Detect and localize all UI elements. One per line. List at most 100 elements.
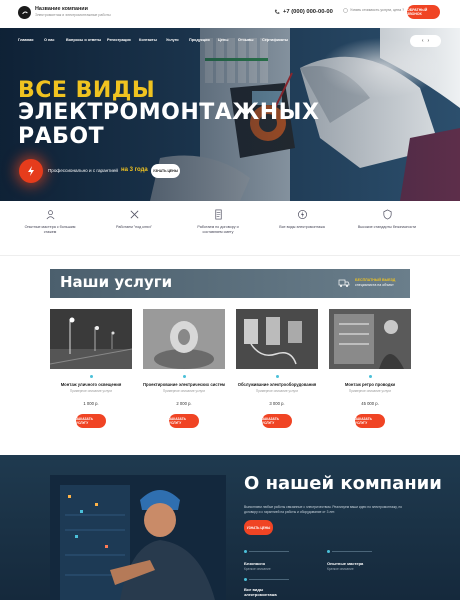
features-strip: Опытные мастера с большим стажем Работае… bbox=[0, 201, 460, 256]
service-image-wiring bbox=[329, 309, 411, 369]
card-dot bbox=[368, 375, 372, 378]
free-visit-text: БЕСПЛАТНЫЙ ВЫЕЗД специалиста на объект bbox=[355, 278, 395, 287]
card-subtitle: Примерное описание услуги bbox=[348, 389, 392, 393]
card-dot bbox=[89, 375, 93, 378]
order-service-button[interactable]: ЗАКАЗАТЬ УСЛУГУ bbox=[355, 414, 385, 428]
top-bar: Название компании Электромонтаж и электр… bbox=[0, 0, 460, 28]
tools-icon bbox=[130, 210, 138, 219]
about-prices-button[interactable]: УЗНАТЬ ЦЕНЫ bbox=[244, 520, 273, 535]
header-phone[interactable]: +7 (000) 000-00-00 bbox=[274, 9, 333, 15]
free-visit-label: БЕСПЛАТНЫЙ ВЫЕЗД bbox=[355, 278, 396, 282]
main-nav: Главная О нас Вопросы и ответы Регистрац… bbox=[0, 38, 460, 48]
card-title: Монтаж ретро проводки bbox=[344, 382, 396, 387]
phone-number: +7 (000) 000-00-00 bbox=[283, 9, 333, 15]
phone-icon bbox=[274, 9, 280, 14]
order-service-button[interactable]: ЗАКАЗАТЬ УСЛУГУ bbox=[262, 414, 292, 428]
services-header: Наши услуги БЕСПЛАТНЫЙ ВЫЕЗД специалиста… bbox=[50, 269, 410, 298]
nav-item-reviews[interactable]: Отзывы bbox=[238, 38, 254, 42]
card-price: 3 000 р. bbox=[269, 401, 285, 406]
guarantee-badge bbox=[19, 159, 43, 183]
service-card: Монтаж уличного освещения Примерное опис… bbox=[50, 309, 132, 428]
nav-item-about[interactable]: О нас bbox=[44, 38, 55, 42]
card-subtitle: Примерное описание услуги bbox=[255, 389, 299, 393]
services-title: Наши услуги bbox=[60, 273, 173, 291]
card-title: Монтаж уличного освещения bbox=[60, 382, 122, 387]
card-subtitle: Примерное описание услуги bbox=[69, 389, 113, 393]
stat-divider bbox=[249, 551, 289, 552]
feature-label: Все виды электромонтажа bbox=[279, 225, 325, 229]
slider-nav: ‹ › bbox=[410, 35, 441, 47]
about-title: О нашей компании bbox=[244, 473, 442, 494]
stat-title: Опытные мастера bbox=[327, 561, 364, 566]
feature-item: Высокие стандарты безопасности bbox=[357, 209, 417, 230]
brand: Название компании Электромонтаж и электр… bbox=[35, 6, 111, 17]
stat-divider bbox=[332, 551, 372, 552]
feature-item: Работаем по договору и составляем смету bbox=[188, 209, 248, 235]
service-card: Обслуживание электрооборудования Примерн… bbox=[236, 309, 318, 428]
worker-icon bbox=[46, 210, 54, 220]
stat-dot bbox=[244, 578, 247, 581]
feature-label: Высокие стандарты безопасности bbox=[357, 225, 417, 229]
document-icon bbox=[214, 209, 222, 220]
guarantee-label: Профессионально и с гарантией bbox=[48, 167, 118, 173]
stat-title: Безопасно bbox=[244, 561, 266, 566]
order-service-button[interactable]: ЗАКАЗАТЬ УСЛУГУ bbox=[169, 414, 199, 428]
call-info: Узнать стоимость услуги, цена ? bbox=[343, 8, 405, 13]
feature-item: Работаем "под ключ" bbox=[104, 209, 164, 230]
stat-subtitle: Краткое описание bbox=[327, 567, 354, 571]
hero-title-line3: РАБОТ bbox=[18, 124, 105, 149]
nav-item-faq[interactable]: Вопросы и ответы bbox=[66, 38, 101, 42]
stat-divider bbox=[249, 579, 289, 580]
service-card: Монтаж ретро проводки Примерное описание… bbox=[329, 309, 411, 428]
truck-icon bbox=[338, 279, 350, 287]
free-visit-sub: специалиста на объект bbox=[355, 282, 394, 287]
card-price: 45 000 р. bbox=[361, 401, 379, 406]
card-dot bbox=[182, 375, 186, 378]
order-service-button[interactable]: ЗАКАЗАТЬ УСЛУГУ bbox=[76, 414, 106, 428]
feature-item: Все виды электромонтажа bbox=[272, 209, 332, 230]
feature-item: Опытные мастера с большим стажем bbox=[20, 209, 80, 235]
next-arrow-icon[interactable]: › bbox=[428, 38, 430, 44]
guarantee-years: на 3 года bbox=[120, 167, 148, 173]
stat-dot bbox=[244, 550, 247, 553]
nav-item-services[interactable]: Услуги bbox=[166, 38, 179, 42]
prev-arrow-icon[interactable]: ‹ bbox=[422, 38, 424, 44]
stat-dot bbox=[327, 550, 330, 553]
brand-name: Название компании bbox=[35, 6, 88, 12]
card-price: 1 000 р. bbox=[83, 401, 99, 406]
feature-label: Работаем "под ключ" bbox=[116, 225, 152, 229]
stat-title: Все виды электромонтажа bbox=[244, 587, 277, 598]
service-image-street-lights bbox=[50, 309, 132, 369]
call-info-text: Узнать стоимость услуги, цена ? bbox=[350, 8, 405, 13]
callback-button[interactable]: ОБРАТНЫЙ ЗВОНОК bbox=[407, 5, 440, 19]
logo[interactable] bbox=[18, 6, 31, 19]
hero-prices-button[interactable]: УЗНАТЬ ЦЕНЫ bbox=[151, 164, 180, 178]
feature-label: Опытные мастера с большим стажем bbox=[24, 225, 76, 234]
feature-label: Работаем по договору и составляем смету bbox=[197, 225, 239, 234]
lightning-badge-icon bbox=[28, 166, 34, 176]
nav-item-home[interactable]: Главная bbox=[18, 38, 33, 42]
nav-item-products[interactable]: Продукция bbox=[189, 38, 210, 42]
brand-subtitle: Электромонтаж и электромонтажные работы bbox=[35, 13, 111, 17]
service-image-equipment bbox=[236, 309, 318, 369]
info-icon bbox=[343, 8, 348, 13]
nav-item-certificates[interactable]: Сертификаты bbox=[262, 38, 288, 42]
nav-item-prices[interactable]: Цены bbox=[218, 38, 228, 42]
about-text: Выполняем любые работы связанные с элект… bbox=[244, 505, 403, 514]
logo-icon bbox=[21, 11, 28, 14]
guarantee-text: Профессионально и с гарантией на 3 года bbox=[48, 167, 148, 173]
lightning-icon bbox=[297, 210, 307, 219]
card-price: 2 000 р. bbox=[176, 401, 192, 406]
card-subtitle: Примерное описание услуги bbox=[162, 389, 206, 393]
service-card: Проектирование электрических систем Прим… bbox=[143, 309, 225, 428]
nav-item-registration[interactable]: Регистрация bbox=[107, 38, 131, 42]
card-title: Проектирование электрических систем bbox=[143, 382, 226, 387]
stat-subtitle: Краткое описание bbox=[244, 567, 271, 571]
card-title: Обслуживание электрооборудования bbox=[237, 382, 317, 387]
service-image-bulb bbox=[143, 309, 225, 369]
shield-icon bbox=[382, 209, 392, 220]
nav-item-contacts[interactable]: Контакты bbox=[139, 38, 157, 42]
about-image bbox=[50, 475, 226, 600]
hero-title-line2: ЭЛЕКТРОМОНТАЖНЫХ bbox=[18, 100, 320, 125]
card-dot bbox=[275, 375, 279, 378]
